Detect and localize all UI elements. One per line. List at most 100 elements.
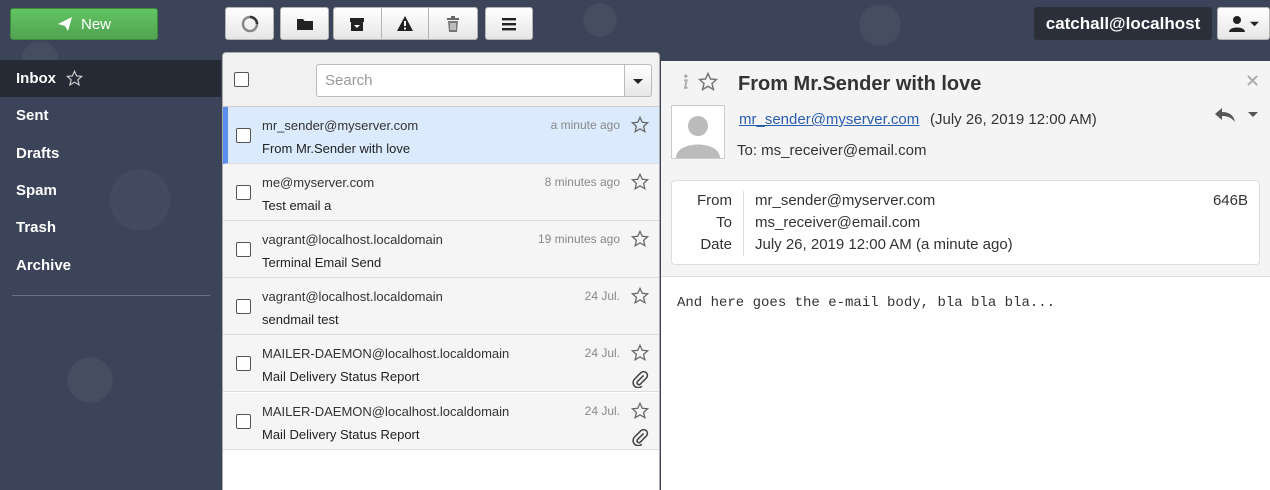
- message-from: me@myserver.com: [262, 175, 375, 190]
- message-date: a minute ago: [550, 118, 620, 132]
- paperclip-icon: [632, 370, 649, 388]
- details-divider: [743, 191, 744, 256]
- reply-icon[interactable]: [1214, 107, 1236, 123]
- message-list-panel: mr_sender@myserver.com a minute ago From…: [222, 52, 660, 490]
- star-outline-icon[interactable]: [631, 344, 649, 362]
- archive-button[interactable]: [334, 8, 382, 39]
- message-checkbox[interactable]: [236, 128, 251, 143]
- new-button-label: New: [80, 15, 111, 33]
- message-subject: Terminal Email Send: [262, 255, 382, 270]
- sender-email-link[interactable]: mr_sender@myserver.com: [739, 111, 919, 128]
- star-outline-icon[interactable]: [66, 70, 83, 87]
- message-preview-pane: From Mr.Sender with love mr_sender@myser…: [661, 61, 1270, 490]
- star-outline-icon[interactable]: [631, 173, 649, 191]
- date-value: July 26, 2019 12:00 AM (a minute ago): [755, 236, 1013, 253]
- sidebar-item-inbox[interactable]: Inbox: [0, 60, 221, 97]
- sender-date: (July 26, 2019 12:00 AM): [930, 111, 1097, 128]
- message-row[interactable]: MAILER-DAEMON@localhost.localdomain 24 J…: [223, 393, 659, 450]
- search-options-button[interactable]: [624, 64, 652, 97]
- star-outline-icon[interactable]: [631, 287, 649, 305]
- message-subject: sendmail test: [262, 312, 339, 327]
- message-subject: Mail Delivery Status Report: [262, 427, 420, 442]
- star-outline-icon[interactable]: [631, 116, 649, 134]
- message-body: And here goes the e-mail body, bla bla b…: [677, 295, 1056, 311]
- from-label: From: [697, 192, 732, 209]
- message-row[interactable]: mr_sender@myserver.com a minute ago From…: [223, 107, 659, 164]
- avatar: [671, 105, 725, 159]
- user-icon: [1229, 15, 1245, 32]
- message-row[interactable]: MAILER-DAEMON@localhost.localdomain 24 J…: [223, 335, 659, 392]
- message-date: 24 Jul.: [584, 346, 620, 360]
- message-checkbox[interactable]: [236, 414, 251, 429]
- message-subject: Test email a: [262, 198, 332, 213]
- caret-down-icon[interactable]: [1248, 109, 1258, 119]
- archive-icon: [350, 17, 365, 31]
- message-date: 19 minutes ago: [537, 232, 620, 246]
- message-subject: Mail Delivery Status Report: [262, 369, 420, 384]
- spam-button[interactable]: [381, 8, 430, 39]
- close-icon[interactable]: [1247, 75, 1258, 86]
- message-row[interactable]: vagrant@localhost.localdomain 24 Jul. se…: [223, 278, 659, 335]
- sidebar-item-spam[interactable]: Spam: [0, 172, 221, 209]
- sidebar-item-drafts[interactable]: Drafts: [0, 135, 221, 172]
- message-from: vagrant@localhost.localdomain: [262, 232, 443, 247]
- from-value: mr_sender@myserver.com: [755, 192, 936, 209]
- message-from: vagrant@localhost.localdomain: [262, 289, 443, 304]
- refresh-spinner-icon: [241, 15, 258, 32]
- caret-down-icon: [633, 78, 643, 84]
- message-from: MAILER-DAEMON@localhost.localdomain: [262, 404, 510, 419]
- message-checkbox[interactable]: [236, 356, 251, 371]
- message-checkbox[interactable]: [236, 242, 251, 257]
- message-preview-header: From Mr.Sender with love mr_sender@myser…: [661, 61, 1270, 277]
- sidebar-item-label: Trash: [16, 219, 57, 236]
- folder-icon: [296, 18, 313, 30]
- star-outline-icon[interactable]: [698, 72, 718, 92]
- message-date: 24 Jul.: [584, 404, 620, 418]
- to-label: To: [716, 214, 732, 231]
- message-actions-group: [333, 7, 478, 40]
- star-outline-icon[interactable]: [631, 230, 649, 248]
- paperclip-icon: [632, 428, 649, 446]
- message-details: From mr_sender@myserver.com To ms_receiv…: [671, 180, 1260, 265]
- move-to-folder-button[interactable]: [280, 7, 329, 40]
- message-from: mr_sender@myserver.com: [262, 118, 419, 133]
- sidebar-item-trash[interactable]: Trash: [0, 209, 221, 246]
- more-actions-button[interactable]: [485, 7, 533, 40]
- delete-button[interactable]: [429, 8, 477, 39]
- caret-down-icon: [1250, 21, 1259, 27]
- message-row[interactable]: me@myserver.com 8 minutes ago Test email…: [223, 164, 659, 221]
- sidebar-item-label: Drafts: [16, 145, 60, 162]
- message-date: 24 Jul.: [584, 289, 620, 303]
- refresh-button[interactable]: [225, 7, 274, 40]
- trash-icon: [447, 15, 460, 32]
- message-checkbox[interactable]: [236, 299, 251, 314]
- message-row[interactable]: vagrant@localhost.localdomain 19 minutes…: [223, 221, 659, 278]
- message-date: 8 minutes ago: [544, 175, 620, 189]
- info-icon[interactable]: [680, 73, 690, 91]
- warning-icon: [397, 15, 413, 31]
- sidebar-item-label: Inbox: [16, 70, 56, 87]
- menu-icon: [502, 17, 516, 30]
- message-title: From Mr.Sender with love: [738, 73, 982, 95]
- sidebar-divider: [12, 295, 210, 296]
- select-all-checkbox[interactable]: [234, 72, 249, 87]
- account-name: catchall@localhost: [1034, 7, 1212, 40]
- recipient-line: To: ms_receiver@email.com: [737, 142, 927, 159]
- star-outline-icon[interactable]: [631, 402, 649, 420]
- user-silhouette-icon: [676, 116, 720, 158]
- search-input[interactable]: [316, 64, 625, 97]
- message-from: MAILER-DAEMON@localhost.localdomain: [262, 346, 510, 361]
- send-icon: [57, 17, 72, 31]
- message-list-header: [223, 53, 659, 107]
- message-checkbox[interactable]: [236, 185, 251, 200]
- sidebar-item-label: Spam: [16, 182, 57, 199]
- sidebar-item-archive[interactable]: Archive: [0, 247, 221, 284]
- date-label: Date: [700, 236, 732, 253]
- to-value: ms_receiver@email.com: [755, 214, 921, 231]
- user-menu-button[interactable]: [1217, 7, 1270, 40]
- message-subject: From Mr.Sender with love: [262, 141, 411, 156]
- sidebar-item-sent[interactable]: Sent: [0, 97, 221, 134]
- new-message-button[interactable]: New: [10, 8, 158, 40]
- sidebar-item-label: Sent: [16, 107, 49, 124]
- message-size: 646B: [1212, 192, 1248, 209]
